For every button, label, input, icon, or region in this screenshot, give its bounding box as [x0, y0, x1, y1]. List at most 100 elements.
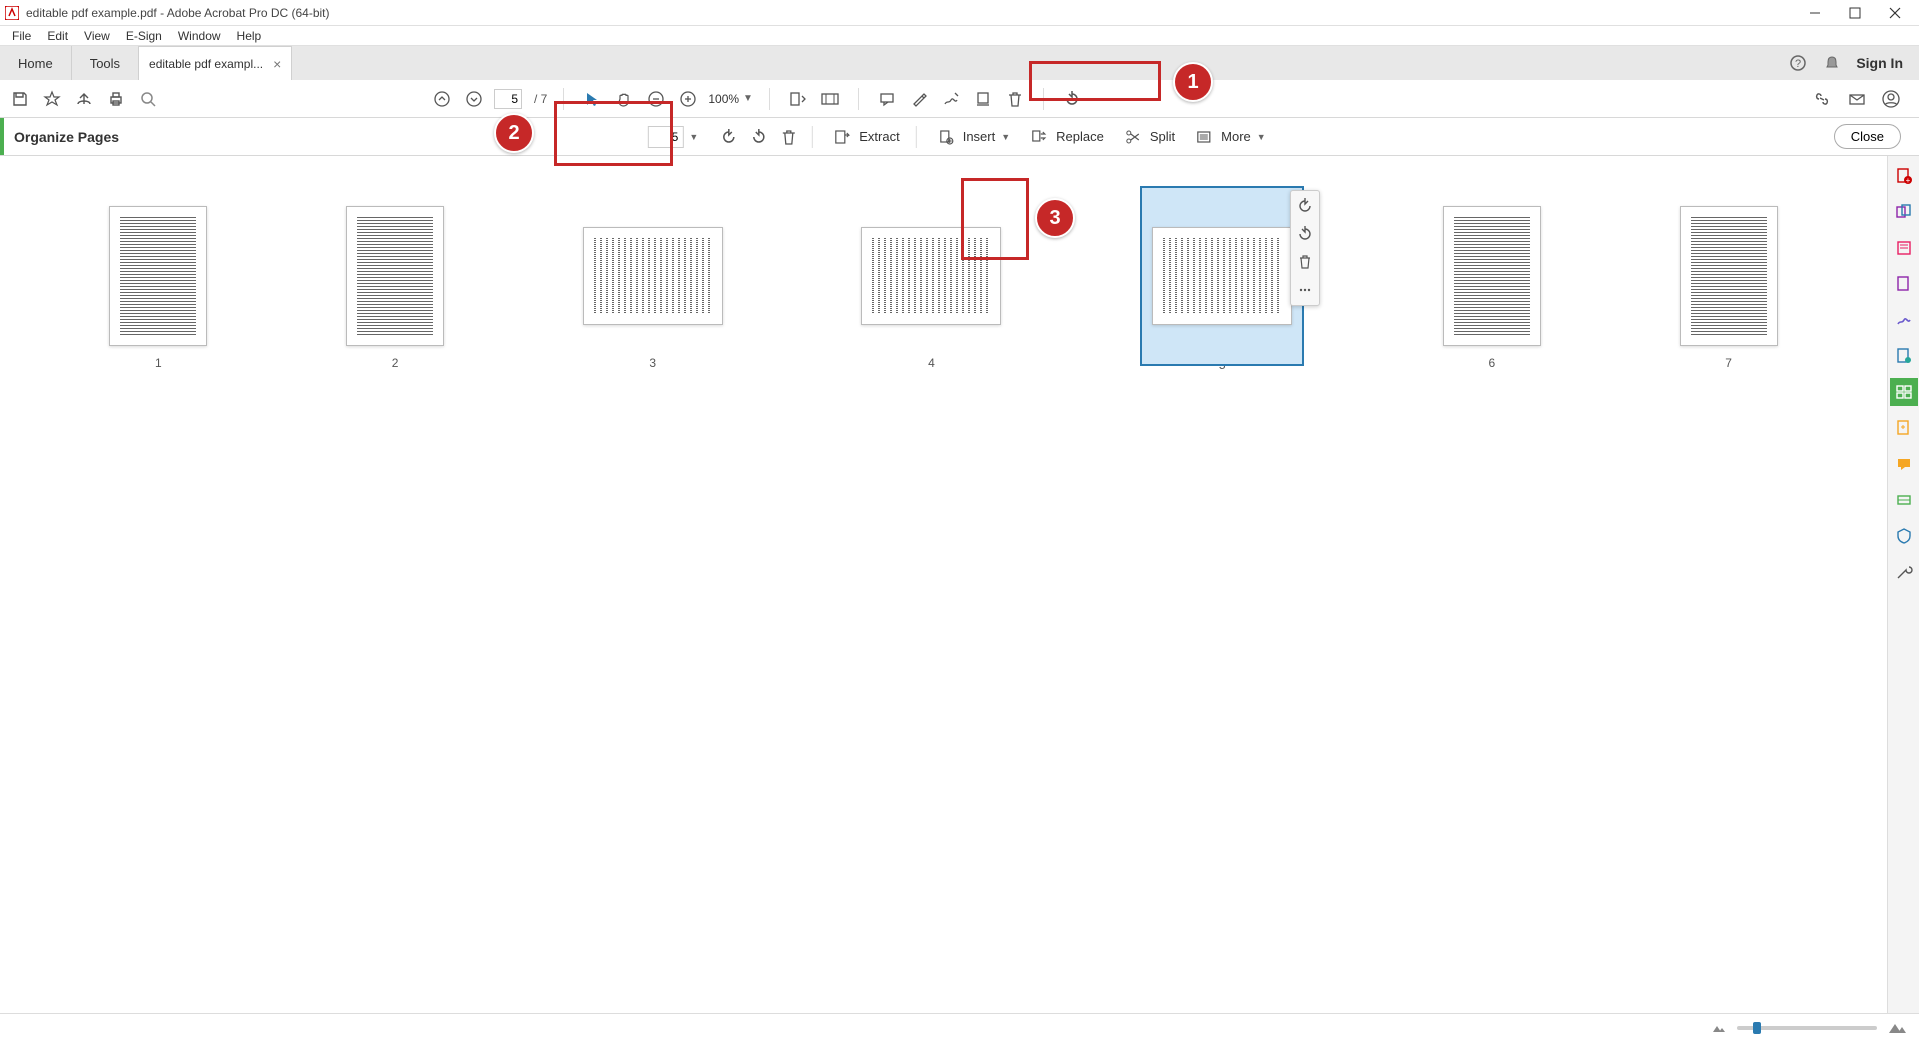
thumbnail-float-menu [1290, 190, 1320, 306]
zoom-out-icon[interactable] [644, 87, 668, 111]
page-up-icon[interactable] [430, 87, 454, 111]
chevron-down-icon[interactable]: ▼ [689, 132, 698, 142]
page-thumbnail[interactable]: 5 [1140, 206, 1304, 372]
insert-label: Insert [963, 129, 996, 144]
scan-ocr-icon[interactable] [1890, 486, 1918, 514]
zoom-small-icon[interactable] [1711, 1022, 1727, 1034]
rotate-cw-icon[interactable] [746, 124, 772, 150]
more-options-icon[interactable] [1294, 279, 1316, 301]
sign-icon[interactable] [939, 87, 963, 111]
insert-button[interactable]: Insert ▼ [927, 124, 1016, 150]
split-icon [1120, 124, 1146, 150]
email-icon[interactable] [1845, 87, 1869, 111]
svg-text:?: ? [1795, 58, 1801, 70]
delete-icon[interactable] [1003, 87, 1027, 111]
trash-icon[interactable] [776, 124, 802, 150]
rotate-ccw-icon[interactable] [716, 124, 742, 150]
tab-close-icon[interactable]: × [273, 56, 281, 72]
fill-sign-icon[interactable] [1890, 306, 1918, 334]
page-thumbnail-image [1152, 227, 1292, 325]
rotate-ccw-icon[interactable] [1294, 195, 1316, 217]
request-signatures-icon[interactable] [1890, 342, 1918, 370]
comment-tool-icon[interactable] [1890, 450, 1918, 478]
bell-icon[interactable] [1822, 53, 1842, 73]
page-thumbnail-label: 4 [928, 356, 935, 370]
more-icon [1191, 124, 1217, 150]
help-icon[interactable]: ? [1788, 53, 1808, 73]
extract-icon [829, 124, 855, 150]
page-thumbnail[interactable]: 4 [861, 206, 1001, 372]
page-thumbnail[interactable]: 7 [1680, 206, 1778, 372]
fit-page-icon[interactable] [818, 87, 842, 111]
extract-button[interactable]: Extract [823, 124, 905, 150]
minimize-button[interactable] [1795, 0, 1835, 26]
insert-icon [933, 124, 959, 150]
rotate-cw-icon[interactable] [1294, 223, 1316, 245]
link-icon[interactable] [1811, 87, 1835, 111]
highlight-icon[interactable] [907, 87, 931, 111]
menu-esign[interactable]: E-Sign [118, 27, 170, 45]
stamp-icon[interactable] [971, 87, 995, 111]
extract-label: Extract [859, 129, 899, 144]
page-thumbnail[interactable]: 3 [583, 206, 723, 372]
menu-window[interactable]: Window [170, 27, 229, 45]
window-title: editable pdf example.pdf - Adobe Acrobat… [26, 6, 1795, 20]
organize-page-input[interactable] [647, 126, 683, 148]
zoom-large-icon[interactable] [1887, 1021, 1907, 1035]
tabstrip: Home Tools editable pdf exampl... × ? Si… [0, 46, 1919, 80]
page-thumbnail[interactable]: 2 [346, 206, 444, 372]
edit-pdf-icon[interactable] [1890, 234, 1918, 262]
page-thumbnail[interactable]: 6 [1443, 206, 1541, 372]
tab-tools[interactable]: Tools [72, 46, 139, 80]
titlebar: editable pdf example.pdf - Adobe Acrobat… [0, 0, 1919, 26]
main-toolbar: / 7 100%▼ [0, 80, 1919, 118]
sign-in-button[interactable]: Sign In [1856, 55, 1903, 71]
page-down-icon[interactable] [462, 87, 486, 111]
rotate-icon[interactable] [1060, 87, 1084, 111]
page-number-input[interactable] [494, 89, 522, 109]
page-thumbnail[interactable]: 1 [109, 206, 207, 372]
menu-edit[interactable]: Edit [39, 27, 76, 45]
zoom-in-icon[interactable] [676, 87, 700, 111]
print-icon[interactable] [104, 87, 128, 111]
split-button[interactable]: Split [1114, 124, 1181, 150]
profile-icon[interactable] [1879, 87, 1903, 111]
search-icon[interactable] [136, 87, 160, 111]
tab-home[interactable]: Home [0, 46, 72, 80]
close-organize-button[interactable]: Close [1834, 124, 1901, 149]
comment-icon[interactable] [875, 87, 899, 111]
fit-width-icon[interactable] [786, 87, 810, 111]
document-tab[interactable]: editable pdf exampl... × [139, 46, 292, 80]
compress-icon[interactable] [1890, 414, 1918, 442]
more-button[interactable]: More ▼ [1185, 124, 1272, 150]
more-tools-icon[interactable] [1890, 558, 1918, 586]
create-pdf-icon[interactable]: + [1890, 162, 1918, 190]
maximize-button[interactable] [1835, 0, 1875, 26]
trash-icon[interactable] [1294, 251, 1316, 273]
page-thumbnail-label: 3 [649, 356, 656, 370]
thumbnail-pane: 1234567 [0, 156, 1887, 1013]
menubar: File Edit View E-Sign Window Help [0, 26, 1919, 46]
zoom-level[interactable]: 100%▼ [708, 92, 753, 106]
close-window-button[interactable] [1875, 0, 1915, 26]
page-thumbnail-image [583, 227, 723, 325]
pointer-icon[interactable] [580, 87, 604, 111]
bottom-bar [0, 1013, 1919, 1041]
protect-icon[interactable] [1890, 522, 1918, 550]
save-icon[interactable] [8, 87, 32, 111]
replace-button[interactable]: Replace [1020, 124, 1110, 150]
hand-icon[interactable] [612, 87, 636, 111]
thumbnail-zoom-slider[interactable] [1737, 1026, 1877, 1030]
star-icon[interactable] [40, 87, 64, 111]
menu-help[interactable]: Help [229, 27, 270, 45]
organize-pages-icon[interactable] [1890, 378, 1918, 406]
menu-view[interactable]: View [76, 27, 118, 45]
menu-file[interactable]: File [4, 27, 39, 45]
combine-icon[interactable] [1890, 198, 1918, 226]
chevron-down-icon: ▼ [1001, 132, 1010, 142]
chevron-down-icon: ▼ [1257, 132, 1266, 142]
share-icon[interactable] [72, 87, 96, 111]
page-thumbnail-image [1443, 206, 1541, 346]
export-pdf-icon[interactable] [1890, 270, 1918, 298]
page-thumbnail-label: 7 [1725, 356, 1732, 370]
